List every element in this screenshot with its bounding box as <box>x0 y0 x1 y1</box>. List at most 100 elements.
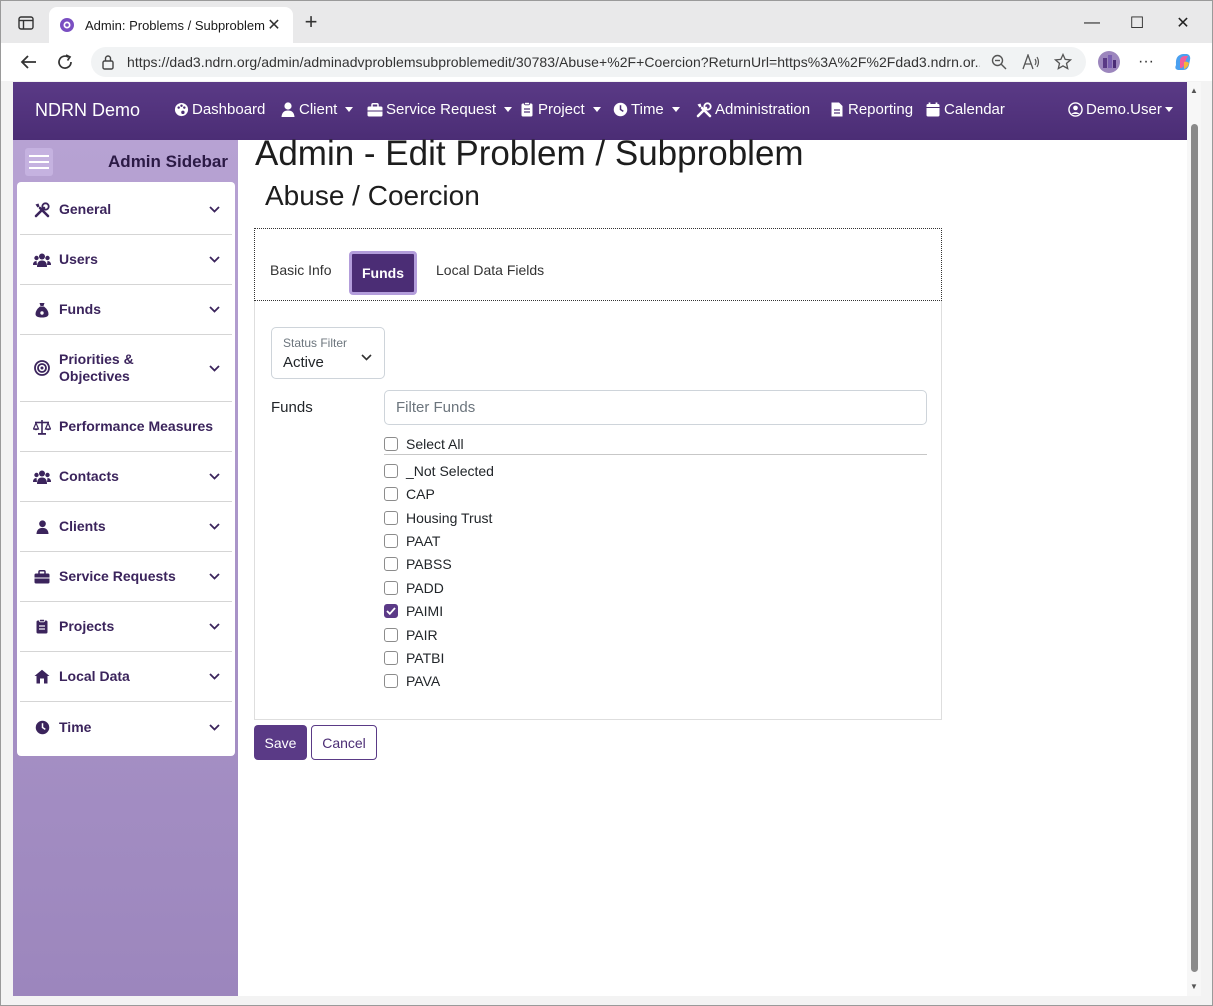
maximize-icon[interactable]: ☐ <box>1114 9 1160 37</box>
chevron-down-icon <box>671 107 680 112</box>
zoom-icon[interactable] <box>986 51 1012 73</box>
nav-reporting-label: Reporting <box>848 101 914 118</box>
favorite-star-icon[interactable] <box>1050 51 1076 73</box>
profile-avatar-icon[interactable] <box>1095 49 1123 75</box>
tab-actions-icon[interactable] <box>11 11 41 35</box>
clock-icon <box>33 718 51 736</box>
nav-project[interactable]: Project <box>519 101 601 118</box>
fund-option[interactable]: PABSS <box>384 554 452 574</box>
fund-option[interactable]: PAIR <box>384 625 438 645</box>
back-icon[interactable] <box>15 49 43 75</box>
address-bar[interactable]: https://dad3.ndrn.org/admin/adminadvprob… <box>91 47 1086 77</box>
scroll-up-icon[interactable]: ▲ <box>1190 86 1198 95</box>
tab-funds[interactable]: Funds <box>349 251 417 295</box>
sidebar-item-funds[interactable]: Funds <box>20 285 232 335</box>
sidebar-item-clients[interactable]: Clients <box>20 502 232 552</box>
status-filter-label: Status Filter <box>283 336 348 350</box>
fund-option[interactable]: Housing Trust <box>384 508 492 528</box>
brand-link[interactable]: NDRN Demo <box>35 100 140 121</box>
nav-time[interactable]: Time <box>612 101 680 118</box>
tab-basic-info[interactable]: Basic Info <box>270 262 331 278</box>
fund-option-label: PAIMI <box>406 603 444 619</box>
nav-administration[interactable]: Administration <box>696 101 810 118</box>
url-text[interactable]: https://dad3.ndrn.org/admin/adminadvprob… <box>127 54 980 70</box>
scroll-down-icon[interactable]: ▼ <box>1190 982 1198 991</box>
cancel-button[interactable]: Cancel <box>311 725 377 760</box>
tab-strip: Basic Info Funds Local Data Fields <box>254 228 942 301</box>
page-viewport: NDRN Demo Dashboard Client Service Reque… <box>13 82 1187 996</box>
fund-option[interactable]: PAAT <box>384 531 441 551</box>
sidebar-item-priorities-objectives[interactable]: Priorities & Objectives <box>20 335 232 402</box>
more-options-icon[interactable]: ··· <box>1132 49 1160 75</box>
scrollbar-thumb[interactable] <box>1191 124 1198 972</box>
fund-option[interactable]: PAIMI <box>384 601 443 621</box>
sidebar-item-local-data[interactable]: Local Data <box>20 652 232 702</box>
fund-checkbox[interactable] <box>384 674 398 688</box>
sidebar-title: Admin Sidebar <box>108 152 228 171</box>
new-tab-icon[interactable]: + <box>299 11 323 35</box>
hamburger-menu-icon[interactable] <box>25 148 53 176</box>
close-tab-icon[interactable]: ✕ <box>265 15 283 35</box>
sidebar-item-projects[interactable]: Projects <box>20 602 232 652</box>
fund-checkbox[interactable] <box>384 557 398 571</box>
app-navbar: NDRN Demo Dashboard Client Service Reque… <box>13 82 1187 140</box>
sidebar-item-label: Local Data <box>59 668 130 684</box>
fund-checkbox[interactable] <box>384 464 398 478</box>
nav-reporting[interactable]: Reporting <box>829 101 913 118</box>
chevron-down-icon <box>345 107 354 112</box>
sidebar-item-users[interactable]: Users <box>20 235 232 285</box>
fund-option[interactable]: PAVA <box>384 671 440 691</box>
nav-service-request[interactable]: Service Request <box>367 101 513 118</box>
page-subtitle: Abuse / Coercion <box>265 180 480 211</box>
nav-calendar[interactable]: Calendar <box>925 101 1005 118</box>
select-all-row[interactable]: Select All <box>384 433 927 455</box>
sidebar-item-general[interactable]: General <box>20 185 232 235</box>
nav-dashboard[interactable]: Dashboard <box>173 101 265 118</box>
tab-local-data-fields[interactable]: Local Data Fields <box>436 262 544 278</box>
nav-client[interactable]: Client <box>280 101 354 118</box>
fund-option[interactable]: PATBI <box>384 648 444 668</box>
nav-calendar-label: Calendar <box>944 101 1005 118</box>
fund-checkbox-checked[interactable] <box>384 604 398 618</box>
vertical-scrollbar[interactable]: ▲ ▼ <box>1187 82 1201 996</box>
sidebar-item-performance-measures[interactable]: Performance Measures <box>20 402 232 452</box>
sidebar-item-service-requests[interactable]: Service Requests <box>20 552 232 602</box>
fund-checkbox[interactable] <box>384 581 398 595</box>
fund-option-label: PAVA <box>406 673 441 689</box>
target-icon <box>33 359 51 377</box>
fund-checkbox[interactable] <box>384 487 398 501</box>
select-all-checkbox[interactable] <box>384 436 398 451</box>
nav-administration-label: Administration <box>715 101 811 118</box>
checkmark-icon <box>386 607 396 615</box>
read-aloud-icon[interactable] <box>1018 51 1044 73</box>
users-icon <box>33 251 51 269</box>
fund-checkbox[interactable] <box>384 628 398 642</box>
funds-field-label: Funds <box>271 399 313 416</box>
sidebar-item-time[interactable]: Time <box>20 702 232 752</box>
browser-tab-title: Admin: Problems / Subproblems <box>85 17 265 33</box>
lock-icon[interactable] <box>101 54 117 70</box>
fund-checkbox[interactable] <box>384 511 398 525</box>
sidebar-item-contacts[interactable]: Contacts <box>20 452 232 502</box>
save-button[interactable]: Save <box>254 725 307 760</box>
refresh-icon[interactable] <box>51 49 79 75</box>
fund-option[interactable]: CAP <box>384 484 435 504</box>
tools-icon <box>33 201 51 219</box>
status-filter-select[interactable]: Status Filter Active <box>271 327 385 379</box>
fund-option-label: _Not Selected <box>406 463 494 479</box>
fund-checkbox[interactable] <box>384 534 398 548</box>
fund-option[interactable]: PADD <box>384 578 444 598</box>
fund-option[interactable]: _Not Selected <box>384 461 494 481</box>
close-window-icon[interactable]: ✕ <box>1160 9 1206 37</box>
minimize-icon[interactable]: — <box>1069 9 1115 37</box>
filter-funds-input[interactable] <box>384 390 927 425</box>
chevron-down-icon <box>202 673 226 680</box>
fund-checkbox[interactable] <box>384 651 398 665</box>
user-circle-icon <box>1067 102 1083 118</box>
sidebar-item-label: Projects <box>59 618 115 634</box>
page-title: Admin - Edit Problem / Subproblem <box>255 134 804 173</box>
browser-tab-active[interactable]: Admin: Problems / Subproblems ✕ <box>49 7 293 43</box>
status-filter-value: Active <box>283 354 324 371</box>
nav-user-menu[interactable]: Demo.User <box>1067 101 1173 118</box>
copilot-icon[interactable] <box>1169 49 1197 75</box>
